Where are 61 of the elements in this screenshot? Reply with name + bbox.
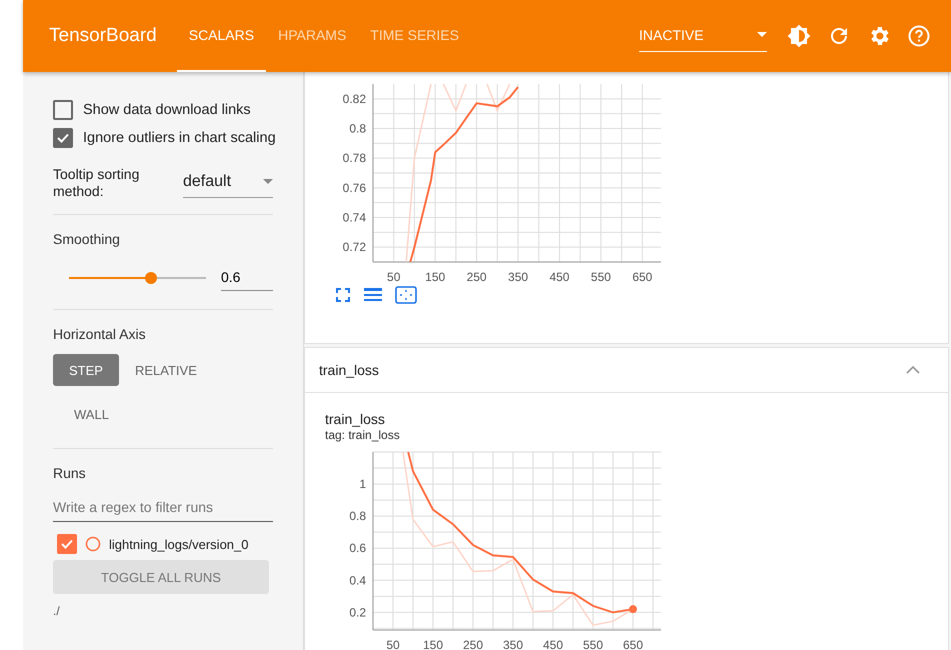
tooltip-sorting-label: Tooltip sorting method: (53, 166, 140, 200)
y-tick-label: 0.78 (342, 151, 366, 166)
x-tick-label: 150 (422, 638, 444, 650)
app-title: TensorBoard (49, 25, 157, 47)
checkbox-label: Ignore outliers in chart scaling (83, 130, 276, 146)
y-tick-label: 0.76 (342, 180, 366, 195)
run-name: lightning_logs/version_0 (109, 536, 248, 552)
y-tick-label: 0.82 (342, 92, 366, 106)
collapse-icon[interactable] (906, 366, 920, 374)
x-tick-label: 350 (508, 270, 528, 284)
checkbox-label: Show data download links (83, 102, 251, 118)
y-tick-label: 0.8 (349, 122, 366, 136)
y-tick-label: 0.8 (349, 509, 366, 524)
caret-icon (263, 179, 273, 184)
chart-title: train_loss (325, 411, 386, 427)
checkbox[interactable] (53, 100, 73, 120)
check-icon (60, 537, 74, 551)
x-tick-label: 650 (622, 638, 644, 650)
filter-input-field[interactable]: Write a regex to filter runs (53, 495, 273, 522)
smoothing-input[interactable]: 0.6 (221, 265, 273, 291)
chart-tag: tag: train_loss (325, 428, 948, 442)
x-tick-label: 250 (466, 270, 487, 284)
x-tick-label: 550 (590, 270, 611, 284)
checkbox[interactable] (57, 534, 77, 554)
x-tick-label: 50 (387, 270, 400, 284)
y-tick-label: 0.72 (342, 240, 366, 254)
tooltip-sorting-dropdown[interactable]: default (183, 168, 273, 198)
axis-toggle-button[interactable]: RELATIVE (118, 354, 213, 386)
toggle-all-runs-button[interactable]: TOGGLE ALL RUNS (53, 560, 269, 594)
x-tick-label: 350 (502, 638, 524, 650)
axis-toggle-button[interactable]: WALL (58, 398, 125, 430)
x-tick-label: 450 (549, 270, 570, 284)
help-icon[interactable] (907, 24, 931, 48)
x-tick-label: 150 (425, 270, 446, 284)
section-title: Horizontal Axis (53, 326, 147, 342)
y-tick-label: 0.74 (342, 210, 366, 224)
slider-thumb[interactable] (145, 272, 158, 284)
brightness-icon[interactable] (787, 24, 811, 48)
caret-icon (757, 32, 767, 37)
fullscreen-icon[interactable] (335, 287, 351, 303)
y-tick-label: 0.2 (349, 605, 366, 620)
x-tick-label: 50 (386, 638, 400, 650)
fit-domain-icon[interactable] (395, 286, 417, 304)
check-icon (56, 131, 70, 145)
group-header[interactable]: train_loss (304, 347, 949, 393)
section-title: Smoothing (53, 231, 121, 247)
axis-toggle-button[interactable]: STEP (53, 354, 119, 386)
lines-icon[interactable] (363, 287, 383, 303)
x-tick-label: 450 (542, 638, 564, 650)
y-tick-label: 0.4 (349, 573, 366, 588)
checkbox[interactable] (53, 128, 73, 148)
run-state-dropdown[interactable]: INACTIVE (639, 20, 767, 52)
run-color-icon[interactable] (85, 536, 101, 552)
x-tick-label: 650 (632, 270, 652, 284)
log-path: ./ (53, 604, 61, 618)
section-title: Runs (53, 465, 87, 481)
y-tick-label: 0.6 (349, 541, 366, 556)
group-title: train_loss (319, 362, 379, 378)
x-tick-label: 550 (582, 638, 604, 650)
y-tick-label: 1 (359, 477, 366, 492)
x-tick-label: 250 (462, 638, 484, 650)
